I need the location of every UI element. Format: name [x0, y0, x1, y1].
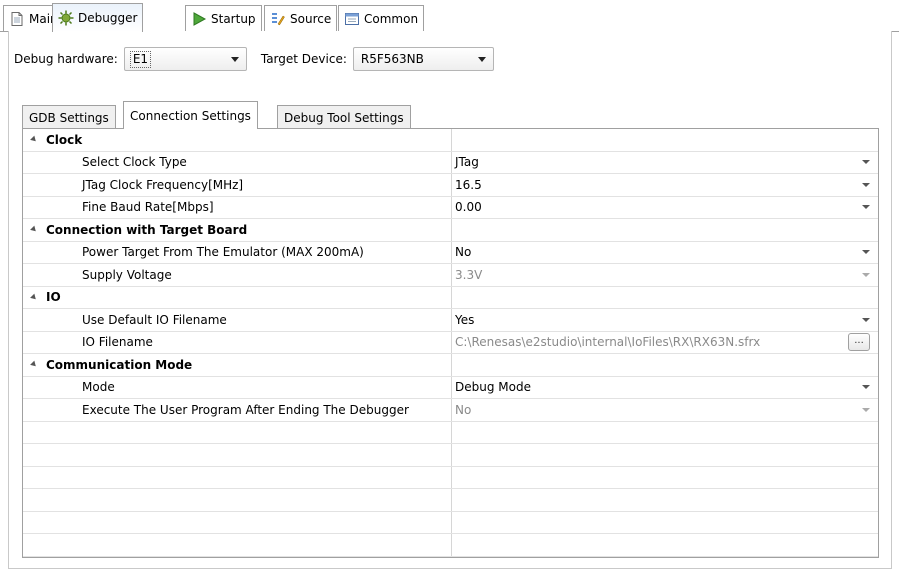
- property-name: Select Clock Type: [82, 155, 187, 170]
- hardware-row: Debug hardware: E1 Target Device: R5F563…: [14, 47, 494, 71]
- property-value: Debug Mode: [455, 380, 531, 395]
- category-label: IO: [46, 290, 61, 305]
- chevron-down-icon: [862, 272, 870, 277]
- chevron-down-icon: [862, 407, 870, 412]
- tab-label: GDB Settings: [29, 110, 109, 125]
- tab-gdb-settings[interactable]: GDB Settings: [22, 105, 116, 129]
- category-label: Communication Mode: [46, 357, 193, 372]
- chevron-down-icon[interactable]: [862, 182, 870, 187]
- property-name: Power Target From The Emulator (MAX 200m…: [82, 245, 364, 260]
- property-value: JTag: [455, 155, 479, 170]
- property-name: IO Filename: [82, 335, 153, 350]
- tab-label: Debug Tool Settings: [284, 110, 404, 125]
- chevron-down-icon: [477, 56, 486, 62]
- chevron-down-icon[interactable]: [862, 250, 870, 255]
- category-row-io[interactable]: IO: [23, 287, 878, 309]
- empty-row: [23, 444, 878, 467]
- property-name: Execute The User Program After Ending Th…: [82, 402, 409, 417]
- property-name: JTag Clock Frequency[MHz]: [82, 177, 244, 192]
- chevron-down-icon[interactable]: [862, 385, 870, 390]
- play-icon: [191, 11, 207, 27]
- launch-config-tabs: Main Debugger Startup Source Common: [0, 0, 899, 32]
- connection-settings-table: Clock Select Clock Type JTag JTag Clock …: [22, 128, 879, 558]
- tab-label: Debugger: [78, 11, 138, 25]
- collapse-triangle-icon[interactable]: [30, 360, 38, 369]
- tab-startup[interactable]: Startup: [185, 5, 262, 32]
- property-name: Fine Baud Rate[Mbps]: [82, 200, 214, 215]
- property-row-jtag-clock-frequency[interactable]: JTag Clock Frequency[MHz] 16.5: [23, 174, 878, 197]
- property-name: Use Default IO Filename: [82, 312, 227, 327]
- empty-row: [23, 534, 878, 557]
- chevron-down-icon[interactable]: [862, 205, 870, 210]
- category-label: Clock: [46, 132, 83, 147]
- target-device-label: Target Device:: [260, 52, 347, 66]
- collapse-triangle-icon[interactable]: [30, 225, 38, 234]
- property-value: 16.5: [455, 177, 482, 192]
- property-value: Yes: [455, 312, 475, 327]
- property-name: Supply Voltage: [82, 267, 172, 282]
- property-row-power-target[interactable]: Power Target From The Emulator (MAX 200m…: [23, 242, 878, 264]
- property-value-dropdown[interactable]: JTag: [451, 152, 878, 174]
- collapse-triangle-icon[interactable]: [30, 293, 38, 302]
- property-value-dropdown[interactable]: 0.00: [451, 197, 878, 219]
- property-value: 3.3V: [455, 267, 483, 282]
- property-row-select-clock-type[interactable]: Select Clock Type JTag: [23, 152, 878, 174]
- gear-bug-icon: [58, 10, 74, 26]
- property-value-dropdown[interactable]: 16.5: [451, 174, 878, 196]
- category-row-clock[interactable]: Clock: [23, 129, 878, 152]
- property-value: No: [455, 402, 472, 417]
- debug-hardware-value: E1: [129, 50, 152, 68]
- property-value: 0.00: [455, 200, 482, 215]
- browse-button[interactable]: ...: [848, 333, 870, 352]
- tab-label: Common: [364, 12, 419, 26]
- property-value-dropdown[interactable]: No: [451, 242, 878, 264]
- category-row-connection-with-target-board[interactable]: Connection with Target Board: [23, 219, 878, 242]
- tab-connection-settings[interactable]: Connection Settings: [123, 101, 258, 129]
- property-name: Mode: [82, 380, 115, 395]
- property-row-use-default-io-filename[interactable]: Use Default IO Filename Yes: [23, 309, 878, 332]
- property-value-dropdown: 3.3V: [451, 264, 878, 286]
- debug-hardware-combo[interactable]: E1: [123, 47, 247, 71]
- empty-row: [23, 467, 878, 489]
- target-device-combo[interactable]: R5F563NB: [352, 47, 494, 71]
- category-row-communication-mode[interactable]: Communication Mode: [23, 354, 878, 377]
- document-icon: [9, 11, 25, 27]
- common-icon: [344, 11, 360, 27]
- property-row-io-filename[interactable]: IO Filename C:\Renesas\e2studio\internal…: [23, 332, 878, 354]
- empty-row: [23, 489, 878, 512]
- property-value: No: [455, 245, 472, 260]
- property-row-supply-voltage[interactable]: Supply Voltage 3.3V: [23, 264, 878, 287]
- tab-label: Connection Settings: [130, 108, 251, 123]
- chevron-down-icon[interactable]: [862, 317, 870, 322]
- tab-debug-tool-settings[interactable]: Debug Tool Settings: [277, 105, 411, 129]
- tab-label: Startup: [211, 12, 256, 26]
- tab-common[interactable]: Common: [338, 5, 425, 32]
- debug-hardware-label: Debug hardware:: [14, 52, 118, 66]
- target-device-value: R5F563NB: [360, 51, 424, 66]
- property-row-fine-baud-rate[interactable]: Fine Baud Rate[Mbps] 0.00: [23, 197, 878, 219]
- property-value-dropdown[interactable]: Debug Mode: [451, 377, 878, 399]
- property-value-dropdown: No: [451, 399, 878, 421]
- chevron-down-icon[interactable]: [862, 160, 870, 165]
- property-value: C:\Renesas\e2studio\internal\IoFiles\RX\…: [455, 335, 761, 350]
- property-row-execute-user-program[interactable]: Execute The User Program After Ending Th…: [23, 399, 878, 422]
- empty-row: [23, 422, 878, 444]
- property-value-field: C:\Renesas\e2studio\internal\IoFiles\RX\…: [451, 332, 878, 354]
- property-row-mode[interactable]: Mode Debug Mode: [23, 377, 878, 399]
- empty-row: [23, 512, 878, 534]
- category-label: Connection with Target Board: [46, 222, 248, 237]
- property-value-dropdown[interactable]: Yes: [451, 309, 878, 331]
- chevron-down-icon: [230, 56, 239, 62]
- collapse-triangle-icon[interactable]: [30, 135, 38, 144]
- settings-tabs: GDB Settings Connection Settings Debug T…: [19, 100, 879, 129]
- tab-debugger[interactable]: Debugger: [52, 3, 144, 32]
- source-icon: [270, 11, 286, 27]
- tab-label: Source: [290, 12, 332, 26]
- tab-source[interactable]: Source: [264, 5, 338, 32]
